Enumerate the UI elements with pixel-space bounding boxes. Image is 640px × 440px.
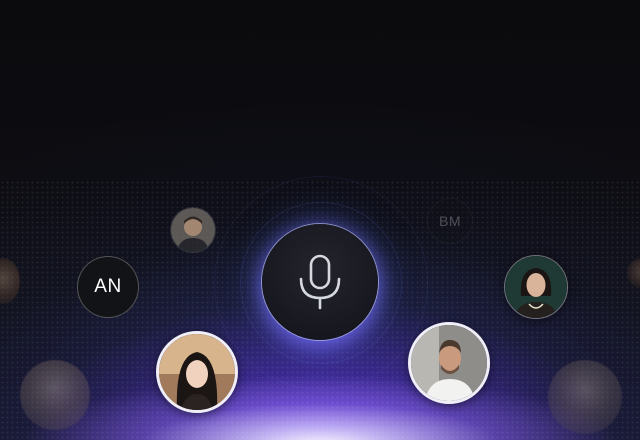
person-photo-icon <box>171 208 215 252</box>
person-photo-icon <box>159 334 235 410</box>
participant-avatar[interactable] <box>408 322 490 404</box>
microphone-icon <box>299 254 341 310</box>
microphone-button[interactable] <box>262 224 378 340</box>
participant-initials-avatar-faded[interactable]: BM <box>427 198 473 244</box>
participant-initials-avatar[interactable]: AN <box>77 256 139 318</box>
participant-avatar[interactable] <box>170 207 216 253</box>
participant-avatar[interactable] <box>504 255 568 319</box>
person-photo-icon <box>505 256 567 318</box>
voice-call-stage: AN BM <box>0 0 640 440</box>
participant-avatar-faded[interactable] <box>20 360 90 430</box>
participant-initials: AN <box>94 276 122 297</box>
participant-avatar[interactable] <box>156 331 238 413</box>
participant-initials: BM <box>439 213 461 229</box>
participant-avatar-faded[interactable] <box>548 360 622 434</box>
person-photo-icon <box>411 325 487 401</box>
